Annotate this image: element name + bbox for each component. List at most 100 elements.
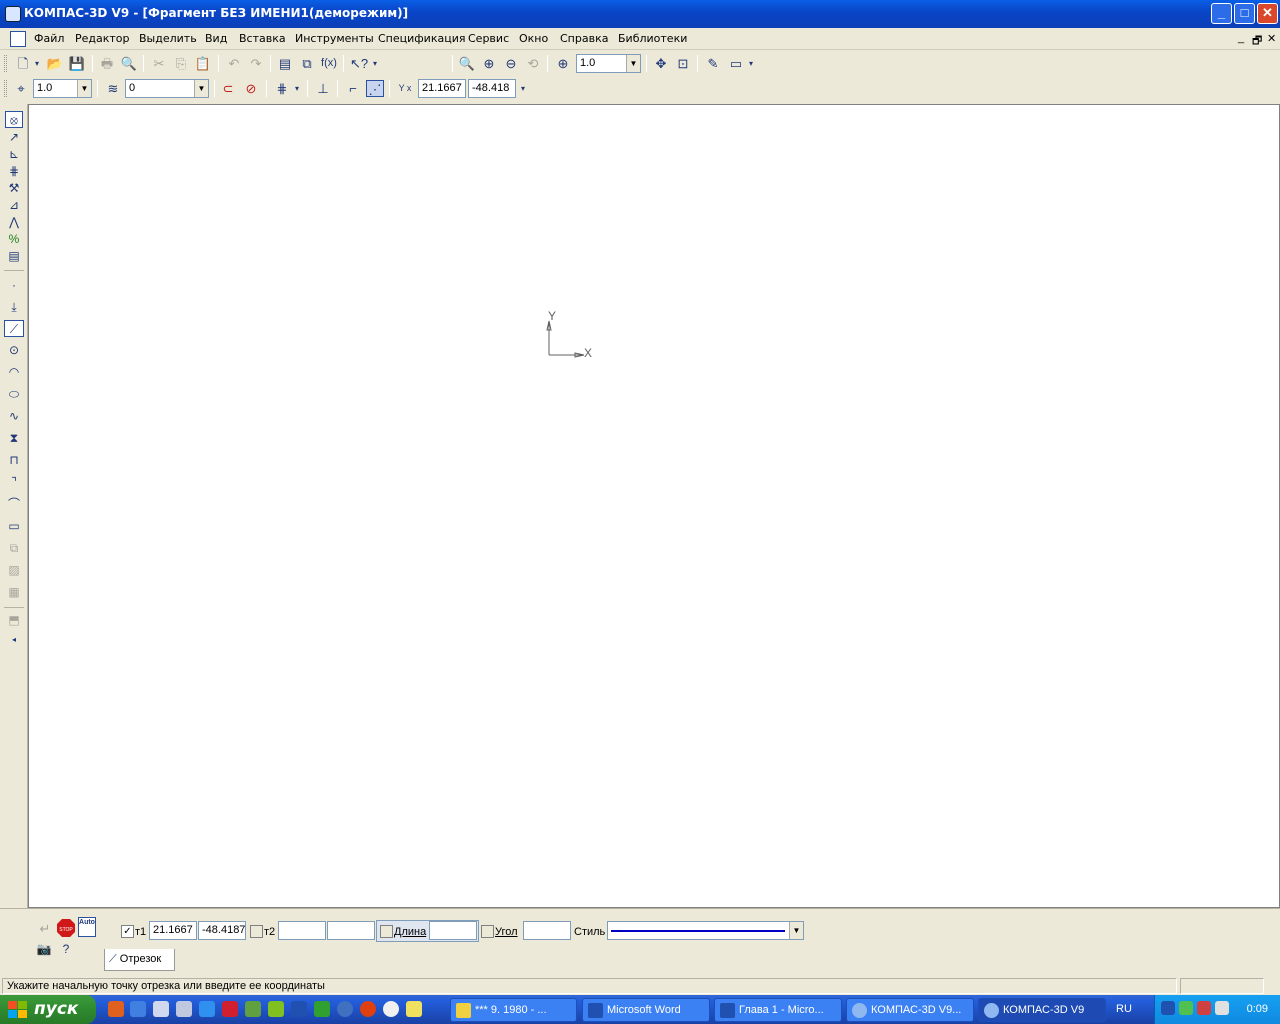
redo-icon[interactable]: ↷ [247, 55, 265, 72]
local-snap-icon[interactable]: ⊘ [242, 80, 260, 97]
language-indicator[interactable]: RU [1116, 1003, 1132, 1015]
menu-help[interactable]: Справка [560, 32, 608, 45]
snap-icon[interactable]: ⊂ [219, 80, 237, 97]
internet-explorer-icon[interactable] [199, 1001, 215, 1017]
polyline-icon[interactable]: ⧗ [5, 430, 23, 447]
menu-insert[interactable]: Вставка [239, 32, 286, 45]
menu-file[interactable]: Файл [34, 32, 64, 45]
menu-libraries[interactable]: Библиотеки [618, 32, 687, 45]
paste-icon[interactable]: 📋 [194, 55, 212, 72]
variables-icon[interactable]: f(x) [320, 55, 338, 72]
zoom-scale-icon[interactable]: ⊕ [554, 55, 572, 72]
quicklaunch-app-icon[interactable] [153, 1001, 169, 1017]
menu-service[interactable]: Сервис [468, 32, 509, 45]
new-dropdown-icon[interactable]: ▾ [32, 55, 42, 72]
grid-dropdown-icon[interactable]: ▾ [292, 80, 302, 97]
auto-create-button[interactable]: Auto [78, 917, 96, 937]
print-preview-icon[interactable]: 🔍 [120, 55, 138, 72]
chevron-down-icon[interactable]: ▼ [77, 80, 91, 97]
task-button[interactable]: Microsoft Word [582, 998, 710, 1022]
panel-scroll-icon[interactable]: ◂ [5, 631, 23, 648]
angle-checkbox[interactable] [481, 925, 494, 938]
notation-group-icon[interactable]: ⊾ [5, 146, 23, 163]
select-group-icon[interactable]: ⋀ [5, 214, 23, 231]
chevron-down-icon[interactable]: ▼ [194, 80, 208, 97]
macro-icon[interactable]: ⬒ [5, 612, 23, 629]
display-dropdown-icon[interactable]: ▾ [746, 55, 756, 72]
local-cs-icon[interactable]: ⊥ [314, 80, 332, 97]
task-button[interactable]: КОМПАС-3D V9 [978, 998, 1106, 1022]
hatch-icon[interactable]: ▨ [5, 562, 23, 579]
cursor-x-field[interactable]: 21.1667 [418, 79, 466, 98]
quicklaunch-app-icon[interactable] [383, 1001, 399, 1017]
clock[interactable]: 0:09 [1247, 1003, 1268, 1015]
coords-dropdown-icon[interactable]: ▾ [518, 80, 528, 97]
stop-icon[interactable]: STOP [57, 919, 75, 937]
create-object-icon[interactable]: ↵ [36, 920, 54, 937]
quicklaunch-app-icon[interactable] [108, 1001, 124, 1017]
zoom-previous-icon[interactable]: ⟲ [524, 55, 542, 72]
zoom-combo[interactable]: 1.0 ▼ [576, 54, 641, 73]
mdi-restore-button[interactable]: 🗗 [1252, 32, 1262, 51]
copy-icon[interactable]: ⎘ [172, 55, 190, 72]
spline-icon[interactable]: ∿ [5, 408, 23, 425]
auxiliary-line-icon[interactable]: ⤓ [5, 299, 23, 316]
undo-icon[interactable]: ↶ [225, 55, 243, 72]
style-combo[interactable]: ▼ [607, 921, 804, 940]
toolbar-grip[interactable] [4, 80, 7, 97]
tray-app-icon[interactable] [1197, 1001, 1211, 1015]
document-icon[interactable] [10, 31, 26, 47]
zoom-window-icon[interactable]: 🔍 [458, 55, 476, 72]
camera-icon[interactable]: 📷 [35, 941, 53, 958]
task-button[interactable]: КОМПАС-3D V9... [846, 998, 974, 1022]
t1-checkbox[interactable]: ✓ [121, 925, 134, 938]
pan-icon[interactable]: ✥ [652, 55, 670, 72]
dimensions-group-icon[interactable]: ↗ [5, 129, 23, 146]
circle-icon[interactable]: ⊙ [5, 342, 23, 359]
context-help-icon[interactable]: ↖? [350, 55, 368, 72]
rectangle-icon[interactable]: ⊓ [5, 452, 23, 469]
print-icon[interactable]: 🖶 [98, 55, 116, 72]
fillet-icon[interactable]: ⌒ [5, 496, 23, 513]
mdi-minimize-button[interactable]: _ [1238, 32, 1244, 44]
quicklaunch-app-icon[interactable] [268, 1001, 284, 1017]
grid-icon[interactable]: ⋕ [273, 80, 291, 97]
angle-field[interactable] [523, 921, 571, 940]
parametrization-group-icon[interactable]: ⚒ [5, 180, 23, 197]
cut-icon[interactable]: ✂ [150, 55, 168, 72]
equidistant-icon[interactable]: ▭ [5, 518, 23, 535]
show-all-icon[interactable]: ⊡ [674, 55, 692, 72]
t2-x-field[interactable] [278, 921, 326, 940]
quicklaunch-app-icon[interactable] [176, 1001, 192, 1017]
close-button[interactable]: ✕ [1257, 3, 1278, 24]
associative-views-icon[interactable]: % [5, 231, 23, 248]
length-checkbox[interactable] [380, 925, 393, 938]
geometry-group-icon[interactable]: ⦻ [5, 111, 23, 128]
measure-group-icon[interactable]: ⊿ [5, 197, 23, 214]
maximize-button[interactable]: □ [1234, 3, 1255, 24]
task-button[interactable]: *** 9. 1980 - ... [450, 998, 577, 1022]
refresh-icon[interactable]: ✎ [704, 55, 722, 72]
save-icon[interactable]: 💾 [68, 55, 86, 72]
chevron-down-icon[interactable]: ▼ [789, 922, 803, 939]
point-icon[interactable]: · [5, 277, 23, 294]
fill-icon[interactable]: ▦ [5, 584, 23, 601]
mdi-close-button[interactable]: ✕ [1267, 32, 1276, 45]
spec-group-icon[interactable]: ▤ [5, 248, 23, 265]
tray-app-icon[interactable] [1215, 1001, 1229, 1015]
quicklaunch-app-icon[interactable] [406, 1001, 422, 1017]
layers-icon[interactable]: ⧉ [298, 55, 316, 72]
menu-specification[interactable]: Спецификация [378, 32, 465, 45]
menu-tools[interactable]: Инструменты [295, 32, 374, 45]
new-document-icon[interactable]: 🗋 [14, 55, 32, 72]
quicklaunch-app-icon[interactable] [130, 1001, 146, 1017]
step-combo[interactable]: 1.0 ▼ [33, 79, 92, 98]
menu-select[interactable]: Выделить [139, 32, 197, 45]
display-mode-icon[interactable]: ▭ [727, 55, 745, 72]
zoom-in-icon[interactable]: ⊕ [480, 55, 498, 72]
tray-app-icon[interactable] [1179, 1001, 1193, 1015]
tray-app-icon[interactable] [1161, 1001, 1175, 1015]
contour-icon[interactable]: ⧉ [5, 540, 23, 557]
t1-x-field[interactable]: 21.1667 [149, 921, 197, 940]
task-button[interactable]: Глава 1 - Micro... [714, 998, 842, 1022]
